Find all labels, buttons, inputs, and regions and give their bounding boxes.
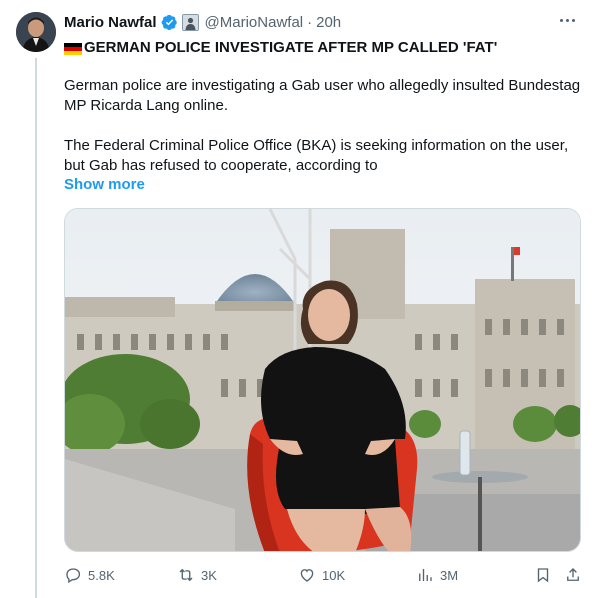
reply-count: 5.8K — [88, 567, 115, 583]
author-handle[interactable]: @MarioNawfal — [205, 14, 304, 31]
like-icon — [300, 569, 314, 582]
reply-button[interactable]: 5.8K — [64, 566, 115, 584]
share-icon — [567, 568, 579, 581]
headline: GERMAN POLICE INVESTIGATE AFTER MP CALLE… — [64, 38, 584, 58]
views-icon — [419, 569, 432, 581]
more-options-icon[interactable] — [554, 10, 580, 30]
repost-count: 3K — [201, 567, 217, 583]
timestamp[interactable]: 20h — [316, 14, 341, 31]
action-bar: 5.8K 3K 10K 3M — [64, 566, 584, 586]
germany-flag-icon — [64, 42, 82, 55]
tweet-image[interactable] — [64, 208, 581, 552]
repost-button[interactable]: 3K — [177, 566, 217, 584]
tweet-header: Mario Nawfal @MarioNawfal · 20h — [64, 12, 341, 32]
like-button[interactable]: 10K — [298, 566, 345, 584]
repost-icon — [179, 568, 193, 582]
reply-icon — [66, 568, 81, 584]
bookmark-button[interactable] — [534, 566, 552, 584]
tweet-paragraph-1: German police are investigating a Gab us… — [64, 77, 581, 114]
bookmark-icon — [537, 568, 549, 583]
author-name[interactable]: Mario Nawfal — [64, 14, 157, 31]
separator-dot: · — [307, 13, 313, 31]
show-more-link[interactable]: Show more — [64, 176, 145, 193]
views-button[interactable]: 3M — [416, 566, 458, 584]
thread-line — [35, 58, 37, 598]
avatar[interactable] — [16, 12, 56, 52]
views-count: 3M — [440, 567, 459, 583]
verified-badge-icon[interactable] — [161, 14, 178, 31]
tweet-paragraph-2: The Federal Criminal Police Office (BKA)… — [64, 137, 569, 174]
affiliate-badge-icon[interactable] — [181, 13, 199, 31]
like-count: 10K — [322, 567, 346, 583]
headline-text: GERMAN POLICE INVESTIGATE AFTER MP CALLE… — [84, 39, 498, 56]
share-button[interactable] — [564, 566, 582, 584]
